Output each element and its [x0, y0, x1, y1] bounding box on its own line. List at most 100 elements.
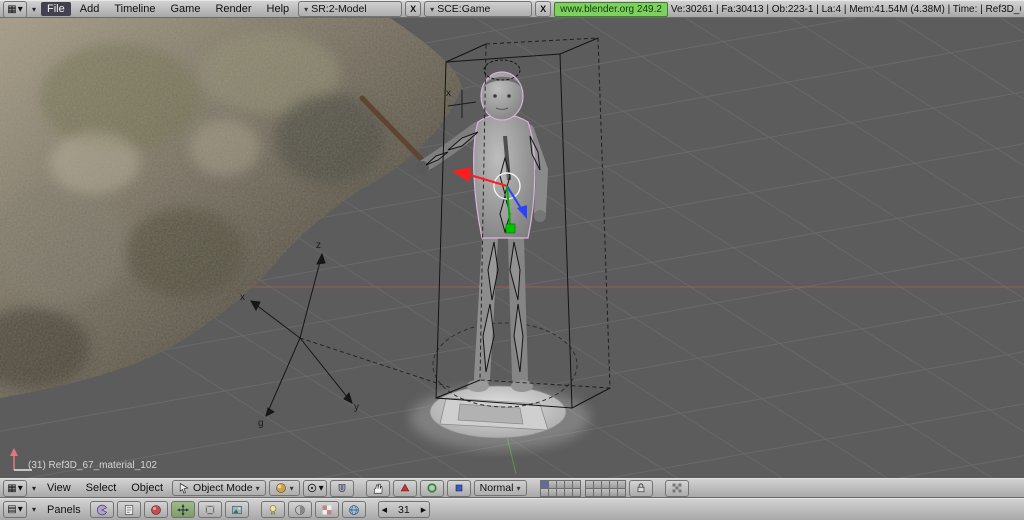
empty-axes-object[interactable]: [250, 252, 453, 417]
menu-object[interactable]: Object: [125, 481, 169, 495]
object-icon: [176, 503, 189, 516]
shaded-sphere-icon: [275, 483, 286, 493]
scene-selector[interactable]: ▾ SCE:Game: [424, 1, 533, 17]
axis-label-y: y: [354, 402, 359, 413]
menu-game[interactable]: Game: [165, 2, 207, 16]
layer-buttons-group-2[interactable]: [584, 480, 626, 497]
chevron-down-icon: ▾: [430, 4, 435, 14]
texture-icon: [322, 505, 332, 514]
menu-add[interactable]: Add: [74, 2, 106, 16]
platform-object[interactable]: [429, 385, 567, 439]
menu-select[interactable]: Select: [80, 481, 123, 495]
right-hand: [534, 210, 546, 222]
layer-button[interactable]: [571, 488, 581, 497]
render-buckets-icon: [672, 483, 681, 493]
scene-selector-value: SCE:Game: [437, 3, 491, 15]
chevron-down-icon: ▾: [255, 483, 260, 493]
eye-right: [507, 94, 511, 98]
version-label: www.blender.org 249.2: [554, 1, 668, 17]
translate-icon: [400, 483, 409, 492]
chevron-down-icon: ▾: [289, 483, 294, 493]
menu-panels[interactable]: Panels: [41, 503, 87, 517]
magnet-icon: [338, 483, 345, 492]
snap-button[interactable]: [329, 479, 354, 497]
header-stats: Ve:30261 | Fa:30413 | Ob:223-1 | La:4 | …: [670, 3, 1021, 15]
viewport-3d[interactable]: z x y g x (31) Ref3D_67_material_102: [0, 18, 1024, 478]
window-type-icon: ▦: [7, 3, 17, 15]
blender-window: ▦ ▾ ▾ File Add Timeline Game Render Help …: [0, 0, 1024, 520]
script-icon: [124, 504, 133, 515]
lamp-subcontext-button[interactable]: [260, 501, 285, 518]
pivot-selector[interactable]: ▾: [302, 479, 327, 497]
menu-timeline[interactable]: Timeline: [108, 2, 161, 16]
window-type-button[interactable]: ▦ ▾: [3, 479, 27, 497]
layer-buttons-group-1[interactable]: [539, 480, 581, 497]
window-type-button[interactable]: ▦ ▾: [3, 0, 27, 18]
scale-manipulator-button[interactable]: [446, 479, 471, 497]
scene-context-button[interactable]: [224, 501, 249, 518]
eye-left: [493, 94, 497, 98]
frame-number-value: 31: [398, 503, 410, 516]
menu-file[interactable]: File: [41, 2, 71, 16]
frame-number-stepper[interactable]: ◀ 31 ▶: [377, 501, 431, 518]
world-subcontext-button[interactable]: [341, 501, 366, 518]
top-header: ▦ ▾ ▾ File Add Timeline Game Render Help …: [0, 0, 1024, 18]
object-context-button[interactable]: [170, 501, 195, 518]
draw-type-selector[interactable]: ▾: [268, 480, 300, 496]
mode-selector-value: Object Mode: [193, 482, 253, 494]
orientation-selector-value: Normal: [479, 482, 514, 494]
material-icon: [294, 504, 305, 515]
y-axis-handle: [505, 223, 516, 234]
axis-label-x2: x: [446, 88, 451, 99]
active-object-info: (31) Ref3D_67_material_102: [28, 460, 157, 471]
menu-render[interactable]: Render: [209, 2, 257, 16]
frame-increment-icon[interactable]: ▶: [418, 506, 429, 514]
chevron-down-icon: ▾: [318, 482, 324, 494]
x-axis-arrowhead: [452, 167, 471, 182]
rock-object[interactable]: [0, 18, 480, 408]
script-context-button[interactable]: [116, 501, 141, 518]
layer-button[interactable]: [616, 488, 626, 497]
logic-icon: [96, 504, 107, 515]
editing-context-button[interactable]: [197, 501, 222, 518]
material-subcontext-button[interactable]: [287, 501, 312, 518]
window-type-button[interactable]: ▤ ▾: [3, 501, 27, 518]
header-collapse-icon[interactable]: ▾: [30, 505, 38, 514]
mode-selector[interactable]: Object Mode ▾: [172, 480, 266, 496]
rotate-manipulator-button[interactable]: [419, 479, 444, 497]
buttons-window-icon: ▤: [7, 504, 17, 515]
screen-selector-value: SR:2-Model: [311, 3, 367, 15]
render-preview-button[interactable]: [664, 479, 689, 497]
frame-decrement-icon[interactable]: ◀: [379, 506, 390, 514]
chevron-updown-icon: ▾: [17, 482, 23, 494]
left-foot: [467, 380, 489, 392]
scene-icon: [231, 505, 242, 514]
scale-icon: [455, 484, 462, 492]
screen-selector[interactable]: ▾ SR:2-Model: [298, 1, 403, 17]
object-mode-icon: [179, 482, 189, 494]
translate-manipulator-button[interactable]: [392, 479, 417, 497]
scene-close-button[interactable]: X: [535, 1, 552, 17]
screen-close-button[interactable]: X: [405, 1, 422, 17]
menu-help[interactable]: Help: [261, 2, 296, 16]
chevron-updown-icon: ▾: [17, 504, 23, 515]
view3d-window-icon: ▦: [7, 482, 17, 494]
header-collapse-icon[interactable]: ▾: [30, 484, 38, 493]
manipulator-toggle-button[interactable]: [365, 479, 390, 497]
axis-label-x: x: [240, 292, 245, 303]
orientation-selector[interactable]: Normal ▾: [473, 480, 527, 496]
lock-view-button[interactable]: [628, 479, 653, 497]
rotate-icon: [427, 483, 437, 493]
menu-view[interactable]: View: [41, 481, 77, 495]
logic-context-button[interactable]: [89, 501, 114, 518]
viewport-canvas: [0, 18, 1024, 478]
header-collapse-icon[interactable]: ▾: [30, 5, 38, 14]
left-hand: [415, 161, 429, 175]
shading-context-button[interactable]: [143, 501, 168, 518]
axis-label-z: z: [316, 240, 321, 251]
buttons-header: ▤ ▾ ▾ Panels ◀ 31 ▶: [0, 498, 1024, 520]
editing-icon: [204, 504, 215, 515]
chevron-down-icon: ▾: [516, 483, 521, 493]
texture-subcontext-button[interactable]: [314, 501, 339, 518]
axis-label-g: g: [258, 418, 264, 429]
